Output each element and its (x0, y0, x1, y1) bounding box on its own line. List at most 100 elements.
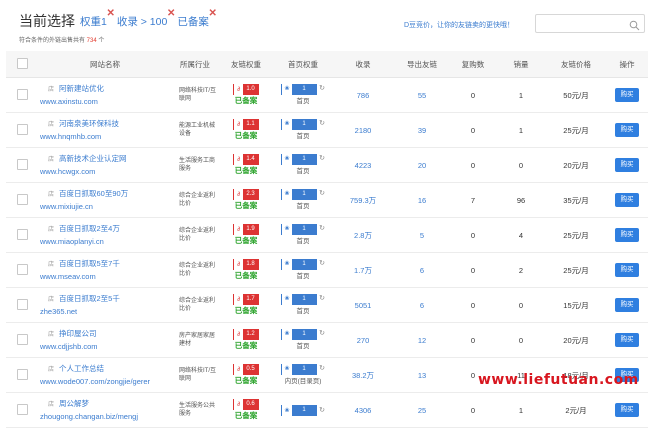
outlink-count[interactable]: 16 (394, 182, 450, 218)
site-name-link[interactable]: 周公解梦 (59, 399, 89, 408)
home-weight-cell: ❀ 1 ↻ 首页 (274, 217, 332, 253)
row-checkbox[interactable] (16, 403, 28, 415)
search-input[interactable] (536, 18, 634, 35)
site-url-link[interactable]: www.mixiujie.cn (40, 201, 172, 212)
refresh-icon[interactable]: ↻ (319, 295, 325, 302)
promo-link[interactable]: D豆竞价，让你的友链卖的更快哦！ (404, 20, 514, 30)
close-icon[interactable]: ✕ (208, 8, 216, 19)
refresh-icon[interactable]: ↻ (319, 330, 325, 337)
refresh-icon[interactable]: ↻ (319, 155, 325, 162)
outlink-count[interactable]: 20 (394, 147, 450, 183)
site-url-link[interactable]: zhe365.net (40, 306, 172, 317)
industry: 综合企业返利比价 (172, 287, 218, 323)
buy-button[interactable]: 购买 (615, 123, 639, 137)
row-checkbox[interactable] (16, 263, 28, 275)
sales-count: 0 (496, 147, 546, 183)
site-url-link[interactable]: www.hnqmhb.com (40, 131, 172, 142)
outlink-count[interactable]: 6 (394, 287, 450, 323)
refresh-icon[interactable]: ↻ (319, 365, 325, 372)
row-checkbox[interactable] (16, 298, 28, 310)
col-link-weight[interactable]: 友链权重 (218, 51, 274, 78)
link-weight-cell: ∂ 0.6 已备案 (218, 392, 274, 428)
buy-button[interactable]: 购买 (615, 333, 639, 347)
home-weight-cell: ❀ 1 ↻ 首页 (274, 77, 332, 113)
industry: 能源工业机械设备 (172, 112, 218, 148)
buy-button[interactable]: 购买 (615, 193, 639, 207)
col-industry: 所属行业 (172, 51, 218, 78)
refresh-icon[interactable]: ↻ (319, 190, 325, 197)
outlink-count[interactable]: 55 (394, 77, 450, 113)
link-weight-cell: ∂ 1.1 已备案 (218, 112, 274, 148)
site-name-link[interactable]: 百度日抓取60至90万 (59, 189, 128, 198)
col-home-weight[interactable]: 首页权重 (274, 51, 332, 78)
row-checkbox[interactable] (16, 88, 28, 100)
refresh-icon[interactable]: ↻ (319, 260, 325, 267)
index-count[interactable]: 270 (332, 322, 394, 358)
row-checkbox[interactable] (16, 123, 28, 135)
outlink-count[interactable]: 6 (394, 252, 450, 288)
search-icon[interactable] (629, 18, 640, 36)
site-url-link[interactable]: www.cdjjshb.com (40, 341, 172, 352)
index-count[interactable]: 5051 (332, 287, 394, 323)
site-name-link[interactable]: 个人工作总结 (59, 364, 104, 373)
buy-button[interactable]: 购买 (615, 298, 639, 312)
filter-tag-weight[interactable]: 权重1 ✕ (80, 8, 115, 29)
refresh-icon[interactable]: ↻ (319, 85, 325, 92)
home-weight-page: 首页 (296, 343, 310, 350)
col-sales[interactable]: 销量 (496, 51, 546, 78)
index-count[interactable]: 2.8万 (332, 217, 394, 253)
site-url-link[interactable]: zhougong.changan.biz/mengj (40, 411, 172, 422)
index-count[interactable]: 786 (332, 77, 394, 113)
home-weight-page: 首页 (296, 203, 310, 210)
filter-tag-beian[interactable]: 已备案 ✕ (177, 8, 217, 29)
select-all-checkbox[interactable] (16, 57, 28, 69)
site-url-link[interactable]: www.miaoplanyi.cn (40, 236, 172, 247)
row-checkbox[interactable] (16, 228, 28, 240)
buy-button[interactable]: 购买 (615, 88, 639, 102)
site-cell: 店百度日抓取60至90万 www.mixiujie.cn (38, 182, 172, 218)
row-checkbox[interactable] (16, 333, 28, 345)
site-name-link[interactable]: 百度日抓取2至4万 (59, 224, 120, 233)
site-name-link[interactable]: 高新技术企业认定网 (59, 154, 127, 163)
row-checkbox[interactable] (16, 193, 28, 205)
row-checkbox[interactable] (16, 368, 28, 380)
buy-button[interactable]: 购买 (615, 403, 639, 417)
row-checkbox[interactable] (16, 158, 28, 170)
site-name-link[interactable]: 挣印屋公司 (59, 329, 97, 338)
col-outlinks[interactable]: 导出友链 (394, 51, 450, 78)
buy-button[interactable]: 购买 (615, 228, 639, 242)
outlink-count[interactable]: 13 (394, 357, 450, 393)
site-url-link[interactable]: www.axinstu.com (40, 96, 172, 107)
index-count[interactable]: 38.2万 (332, 357, 394, 393)
link-icon: ∂ (234, 83, 244, 96)
col-index[interactable]: 收录 (332, 51, 394, 78)
outlink-count[interactable]: 25 (394, 392, 450, 428)
buy-button[interactable]: 购买 (615, 158, 639, 172)
index-count[interactable]: 759.3万 (332, 182, 394, 218)
refresh-icon[interactable]: ↻ (319, 407, 325, 414)
buy-button[interactable]: 购买 (615, 263, 639, 277)
refresh-icon[interactable]: ↻ (319, 120, 325, 127)
site-cell: 店百度日抓取2至5千 zhe365.net (38, 287, 172, 323)
filter-tag-index[interactable]: 收录 > 100 ✕ (117, 8, 176, 29)
outlink-count[interactable]: 12 (394, 322, 450, 358)
site-name-link[interactable]: 百度日抓取2至5千 (59, 294, 120, 303)
index-count[interactable]: 4306 (332, 392, 394, 428)
col-price[interactable]: 友链价格 (546, 51, 606, 78)
outlink-count[interactable]: 5 (394, 217, 450, 253)
close-icon[interactable]: ✕ (167, 8, 175, 19)
site-url-link[interactable]: www.wode007.com/zongjie/gerer (40, 376, 172, 387)
index-count[interactable]: 1.7万 (332, 252, 394, 288)
repurchase-count: 0 (450, 112, 496, 148)
site-url-link[interactable]: www.mseav.com (40, 271, 172, 282)
index-count[interactable]: 2180 (332, 112, 394, 148)
site-name-link[interactable]: 百度日抓取5至7千 (59, 259, 120, 268)
site-name-link[interactable]: 河南泉美环保科技 (59, 119, 119, 128)
refresh-icon[interactable]: ↻ (319, 225, 325, 232)
index-count[interactable]: 4223 (332, 147, 394, 183)
outlink-count[interactable]: 39 (394, 112, 450, 148)
site-url-link[interactable]: www.hcwgx.com (40, 166, 172, 177)
site-name-link[interactable]: 阿新建站优化 (59, 84, 104, 93)
col-repurchase[interactable]: 复购数 (450, 51, 496, 78)
close-icon[interactable]: ✕ (106, 8, 114, 19)
